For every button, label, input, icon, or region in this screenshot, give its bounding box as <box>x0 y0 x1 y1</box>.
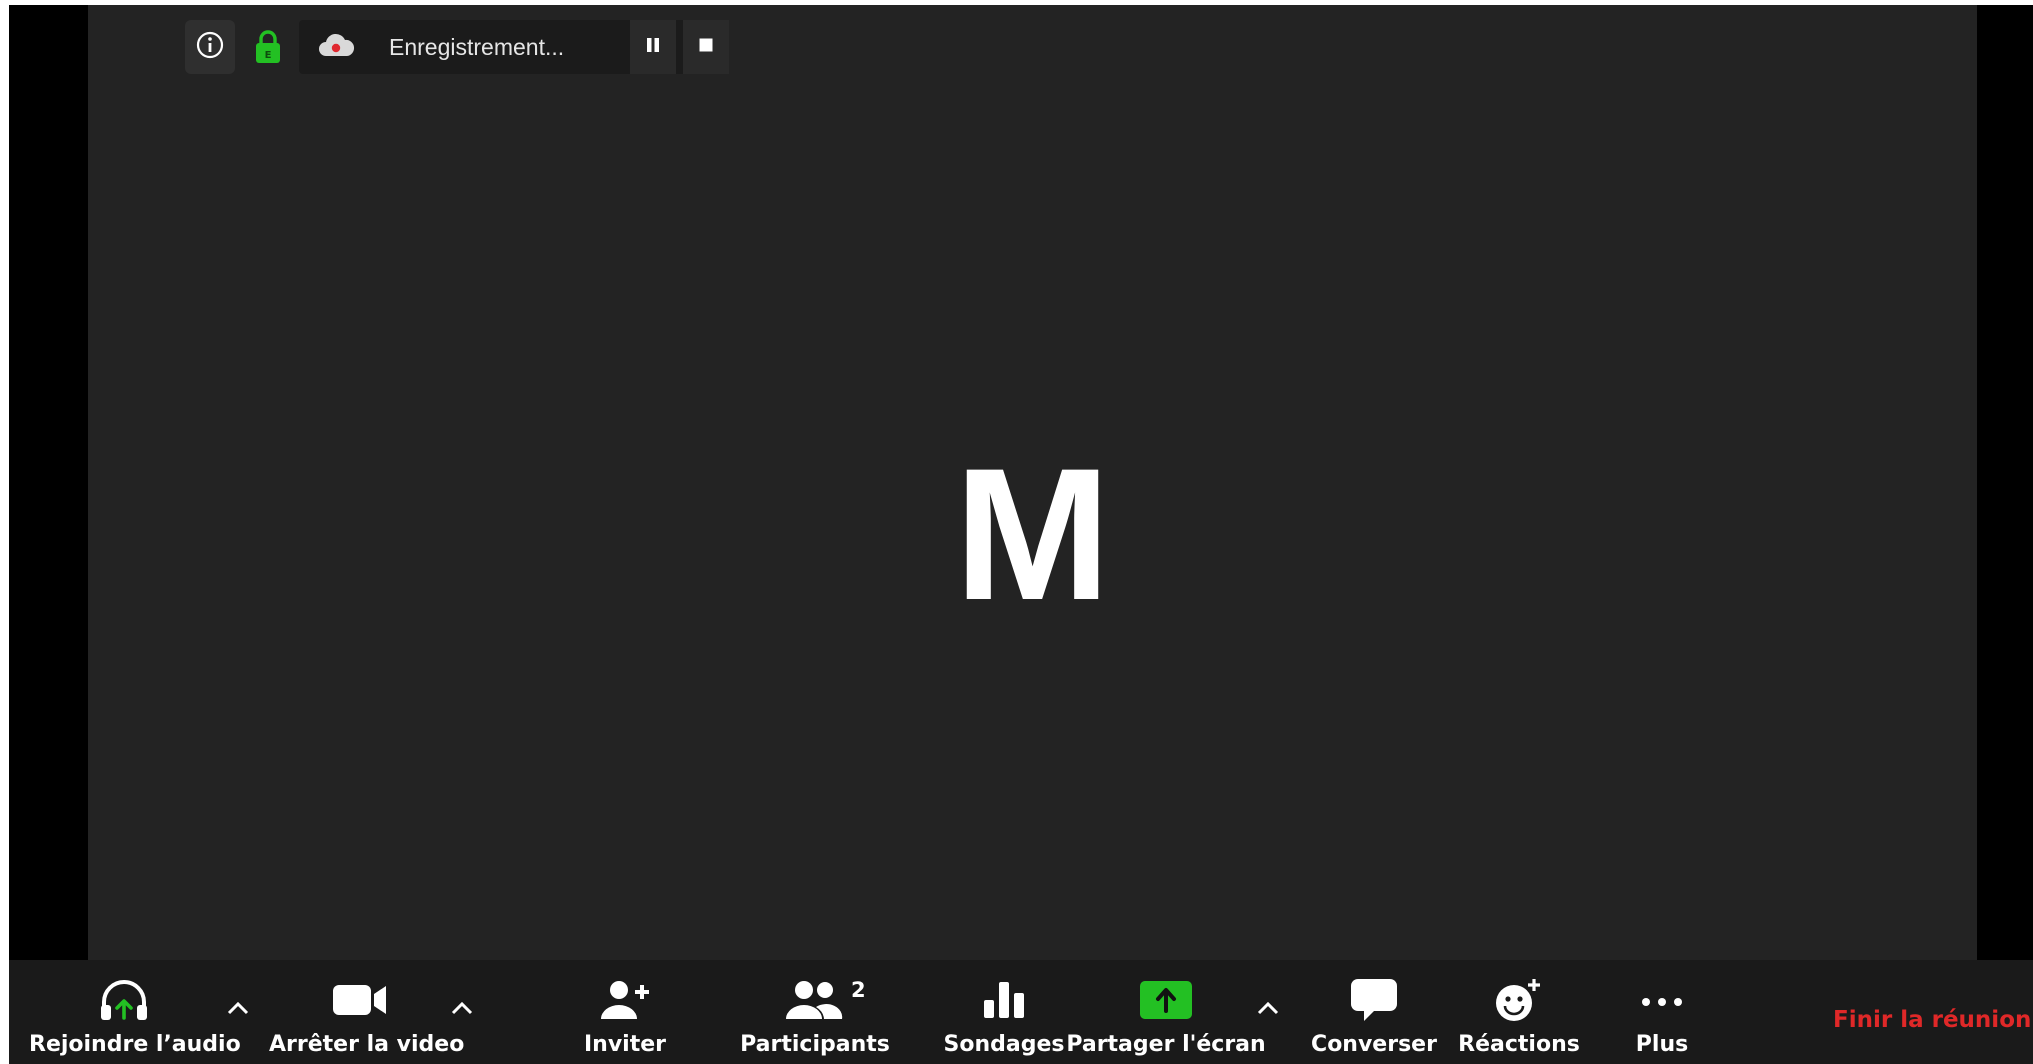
stop-recording-button[interactable] <box>683 20 729 74</box>
add-person-icon <box>599 979 651 1025</box>
invite-label: Inviter <box>583 1032 667 1057</box>
polls-label: Sondages <box>943 1032 1065 1057</box>
meeting-toolbar: Rejoindre l’audio Arrêter la video Invit… <box>9 960 2033 1064</box>
meeting-window: M E Enregistrement... Rejoindre l’audio … <box>9 5 2033 1064</box>
participants-count: 2 <box>851 978 866 1002</box>
pause-icon <box>645 37 661 57</box>
reactions-label: Réactions <box>1458 1032 1580 1057</box>
recording-indicator: Enregistrement... <box>299 20 729 74</box>
chat-button[interactable]: Converser <box>1311 960 1437 1064</box>
participants-button[interactable]: 2 Participants <box>740 960 890 1064</box>
video-stage: M E Enregistrement... <box>88 5 1977 960</box>
more-button[interactable]: Plus <box>1622 960 1702 1064</box>
svg-text:E: E <box>265 50 272 61</box>
stop-icon <box>698 37 714 57</box>
participants-label: Participants <box>740 1032 890 1057</box>
encryption-lock-button[interactable]: E <box>255 30 281 64</box>
chat-bubble-icon <box>1350 978 1398 1026</box>
more-label: Plus <box>1635 1032 1689 1057</box>
stop-video-label: Arrêter la video <box>269 1032 465 1057</box>
video-camera-icon <box>332 983 388 1021</box>
reactions-button[interactable]: Réactions <box>1458 960 1580 1064</box>
participant-avatar-initial: M <box>954 429 1111 639</box>
join-audio-button[interactable]: Rejoindre l’audio <box>29 960 241 1064</box>
share-screen-icon <box>1139 980 1193 1024</box>
chevron-up-icon <box>1256 1000 1280 1019</box>
info-icon <box>195 30 225 64</box>
share-screen-label: Partager l'écran <box>1066 1032 1266 1057</box>
bar-chart-icon <box>982 980 1026 1024</box>
cloud-record-icon <box>317 32 355 66</box>
headphones-icon <box>98 978 150 1026</box>
stop-video-button[interactable]: Arrêter la video <box>269 960 464 1064</box>
meeting-info-button[interactable] <box>185 20 235 74</box>
invite-button[interactable]: Inviter <box>575 960 675 1064</box>
add-reaction-icon <box>1494 977 1544 1027</box>
pause-recording-button[interactable] <box>630 20 676 74</box>
share-screen-button[interactable]: Partager l'écran <box>1066 960 1266 1064</box>
join-audio-label: Rejoindre l’audio <box>29 1032 241 1057</box>
ellipsis-icon <box>1640 993 1684 1012</box>
chevron-up-icon <box>450 1000 474 1019</box>
end-meeting-button[interactable]: Finir la réunion <box>1833 1000 2031 1040</box>
audio-options-button[interactable] <box>223 994 253 1024</box>
polls-button[interactable]: Sondages <box>944 960 1064 1064</box>
lock-icon: E <box>255 30 281 68</box>
chevron-up-icon <box>226 1000 250 1019</box>
recording-status-text: Enregistrement... <box>389 34 565 60</box>
share-options-button[interactable] <box>1253 994 1283 1024</box>
participants-icon <box>786 979 844 1025</box>
video-options-button[interactable] <box>447 994 477 1024</box>
